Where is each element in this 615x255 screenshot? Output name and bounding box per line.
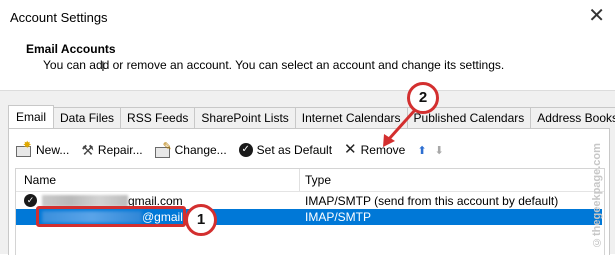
step-badge-2: 2	[407, 82, 439, 114]
annotation-arrow	[383, 108, 417, 147]
tab-email[interactable]: Email	[8, 105, 55, 128]
watermark: ©thegeekpage.com	[591, 143, 603, 248]
